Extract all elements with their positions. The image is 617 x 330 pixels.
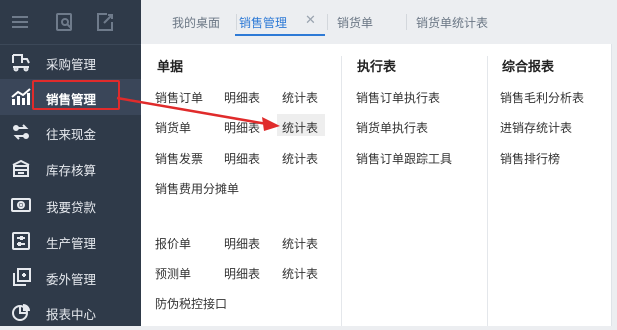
annotation-arrow — [116, 96, 280, 131]
